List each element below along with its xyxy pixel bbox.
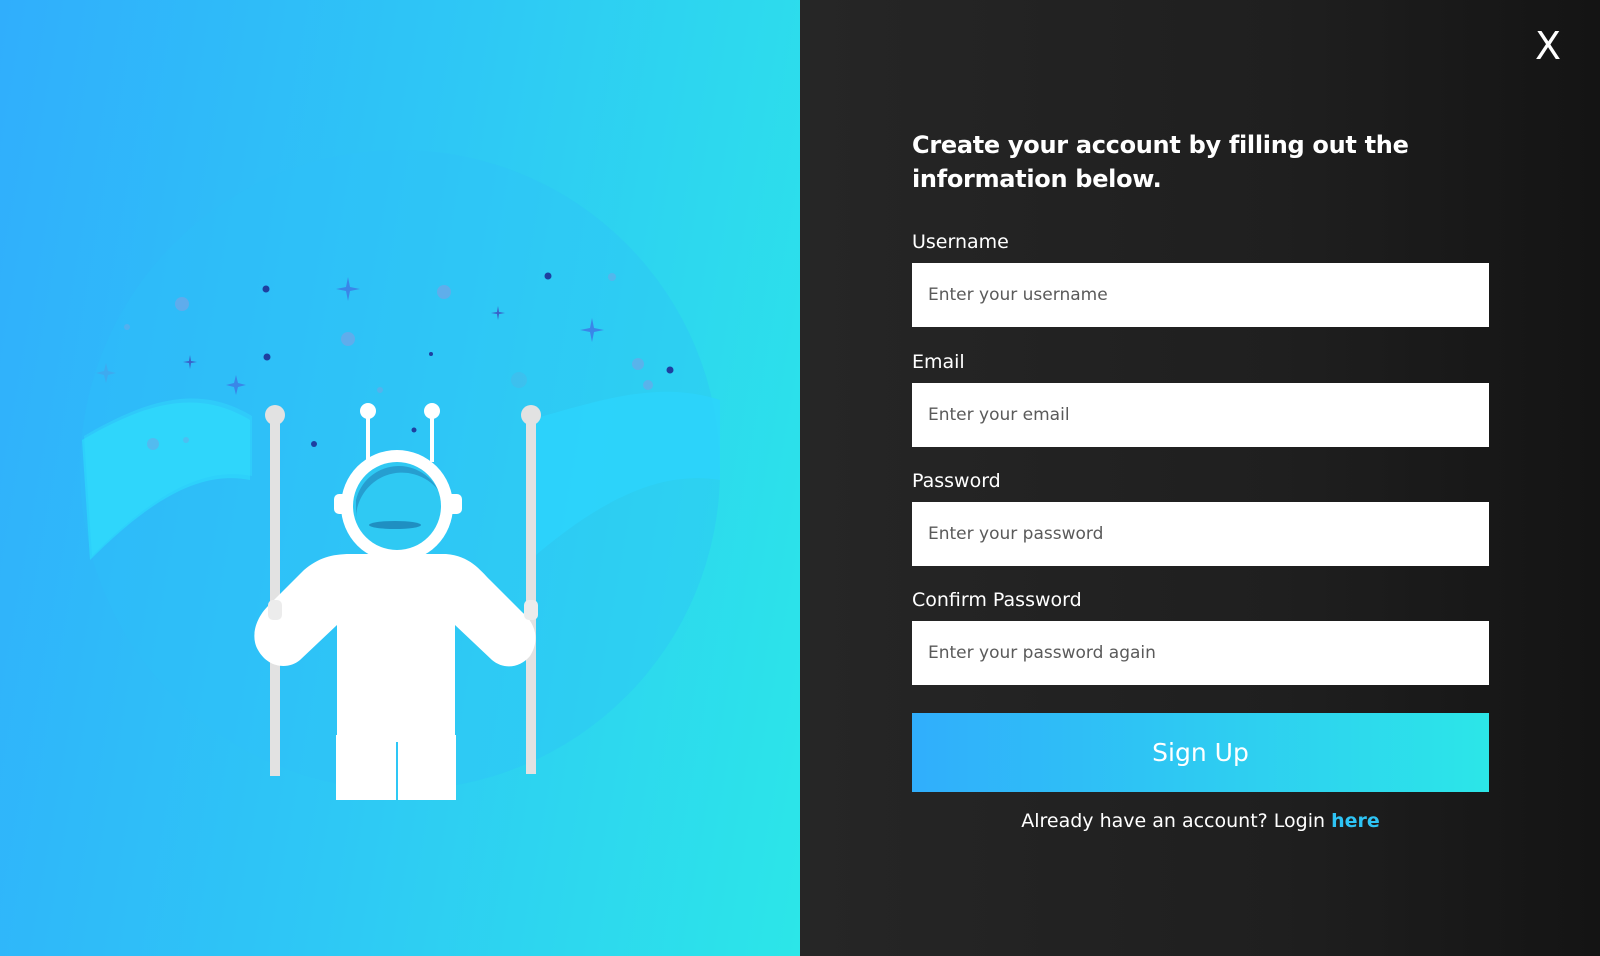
username-label: Username (912, 231, 1009, 253)
password-input[interactable] (912, 502, 1489, 566)
form-title: Create your account by filling out the i… (912, 131, 1409, 193)
login-link[interactable]: here (1331, 810, 1380, 832)
confirm-password-input[interactable] (912, 621, 1489, 685)
password-group: Password (912, 469, 1489, 566)
username-input[interactable] (912, 263, 1489, 327)
signup-dialog: X Create your account by filling out the… (0, 0, 1600, 956)
email-label: Email (912, 351, 965, 373)
close-button[interactable]: X (1530, 24, 1566, 68)
form-panel: X Create your account by filling out the… (800, 0, 1600, 956)
signup-form: Create your account by filling out the i… (912, 128, 1489, 833)
login-prompt: Already have an account? Login here (912, 809, 1489, 833)
email-group: Email (912, 350, 1489, 447)
sign-up-button[interactable]: Sign Up (912, 713, 1489, 792)
confirm-password-group: Confirm Password (912, 588, 1489, 685)
illustration-panel (0, 0, 800, 956)
astronaut-illustration (80, 150, 720, 800)
email-input[interactable] (912, 383, 1489, 447)
password-label: Password (912, 470, 1001, 492)
login-prompt-text: Already have an account? Login (1021, 810, 1326, 832)
username-group: Username (912, 230, 1489, 327)
confirm-password-label: Confirm Password (912, 589, 1082, 611)
